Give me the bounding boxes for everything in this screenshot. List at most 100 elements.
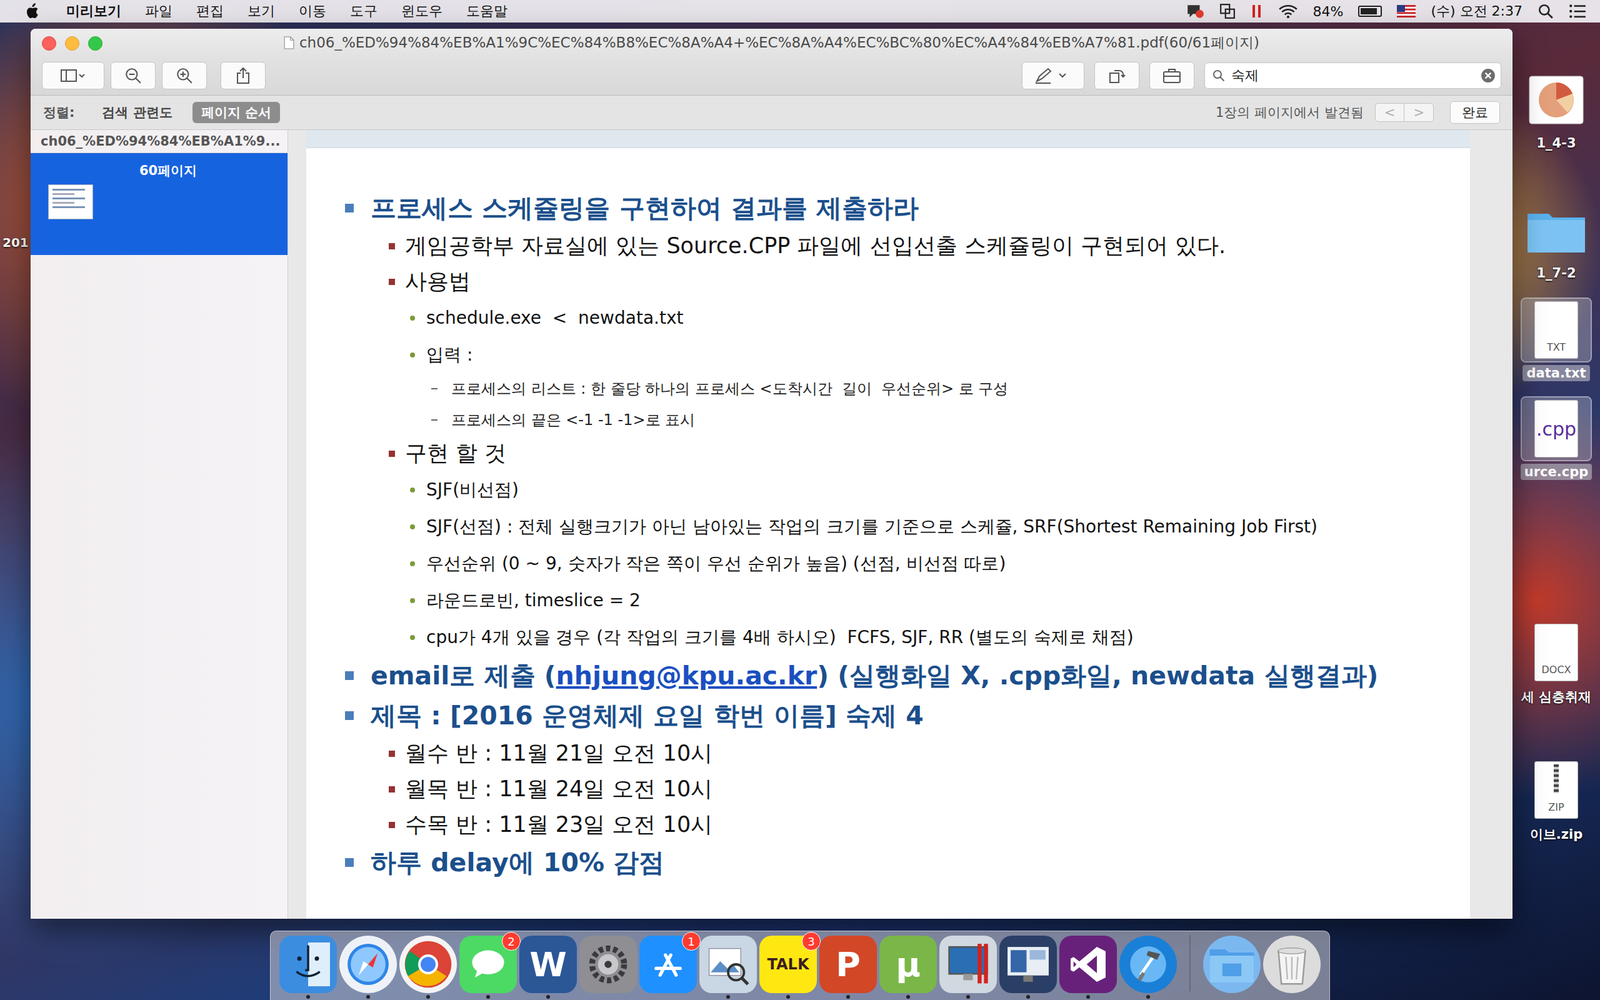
bullet-item: 라운드로빈, timeslice = 2 [306, 581, 1455, 619]
bullet-text: email로 제출 (nhjung@kpu.ac.kr) (실행화일 X, .c… [370, 658, 1379, 694]
zoom-out-button[interactable] [110, 61, 156, 90]
desktop-icon[interactable]: ZIP이브.zip [1515, 758, 1598, 844]
toolbox-icon [1162, 67, 1182, 84]
menu-item[interactable]: 도움말 [466, 1, 508, 21]
dock-item[interactable]: 1 [639, 935, 697, 999]
running-indicator [1086, 995, 1090, 999]
messenger-icon[interactable] [1185, 3, 1205, 20]
next-result-button[interactable]: > [1403, 103, 1434, 122]
menu-item[interactable]: 편집 [196, 1, 224, 21]
sort-label: 정렬: [43, 103, 75, 122]
dock-item[interactable] [699, 935, 757, 999]
markup-button[interactable] [1021, 61, 1085, 90]
bullet-item: cpu가 4개 있을 경우 (각 작업의 크기를 4배 하시오) FCFS, S… [306, 618, 1455, 656]
bullet-item: 입력 : [306, 336, 1455, 374]
menu-item[interactable]: 파일 [145, 1, 173, 21]
dock-item[interactable]: 2 [459, 935, 517, 999]
spotlight-icon[interactable] [1537, 3, 1554, 20]
sidebar-page[interactable]: 60페이지 [30, 153, 288, 255]
bullet-mark [388, 750, 395, 757]
zoom-in-button[interactable] [161, 61, 207, 90]
dock-item[interactable]: W [519, 935, 577, 999]
window-switch-icon[interactable] [1219, 3, 1236, 20]
zipper-icon [1553, 764, 1559, 794]
running-indicator [366, 995, 370, 999]
file-type-tag: .cpp [1536, 418, 1577, 440]
bullet-item: 하루 delay에 10% 감점 [306, 842, 1455, 883]
desktop-icon[interactable]: TXT data.txt [1515, 298, 1598, 382]
share-button[interactable] [220, 61, 266, 90]
menu-item[interactable]: 도구 [350, 1, 378, 21]
dock-item[interactable] [1203, 935, 1261, 999]
menu-item[interactable]: 윈도우 [401, 1, 443, 21]
dock-item[interactable] [939, 935, 997, 999]
file-icon: TXT [1534, 301, 1579, 359]
search-value[interactable]: 숙제 [1231, 66, 1475, 85]
menu-item[interactable]: 이동 [298, 1, 327, 21]
dock-item[interactable] [579, 935, 637, 999]
title-bar[interactable]: ch06_%ED%94%84%EB%A1%9C%EC%84%B8%EC%8A%A… [30, 28, 1513, 57]
desktop-icon-label: 1_4-3 [1532, 135, 1580, 152]
slide-header-strip [306, 130, 1470, 149]
desktop-icon[interactable]: 201 [2, 235, 29, 250]
bullet-text: cpu가 4개 있을 경우 (각 작업의 크기를 4배 하시오) FCFS, S… [426, 625, 1134, 650]
apple-icon[interactable] [25, 3, 39, 20]
menu-app-name[interactable]: 미리보기 [66, 1, 122, 21]
app-glyph: µ [895, 945, 921, 985]
page-thumbnail [48, 184, 94, 220]
search-field[interactable]: 숙제 [1204, 62, 1502, 89]
done-button[interactable]: 완료 [1450, 101, 1500, 124]
app-glyph: W [529, 945, 567, 985]
running-indicator [1026, 995, 1030, 999]
chart-thumbnail-icon [1528, 75, 1585, 125]
desktop-icon[interactable]: DOCX세 심층취재 [1515, 621, 1598, 707]
pause-icon[interactable] [1250, 3, 1264, 20]
bullet-text: 제목 : [2016 운영체제 요일 학번 이름] 숙제 4 [370, 698, 924, 734]
desktop-icon[interactable]: 1_4-3 [1515, 68, 1598, 152]
minimize-button[interactable] [65, 36, 80, 51]
notification-list-icon[interactable] [1568, 3, 1587, 19]
close-button[interactable] [41, 36, 57, 51]
wifi-icon[interactable] [1278, 3, 1299, 19]
dock-item[interactable] [399, 935, 457, 999]
menu-item[interactable]: 보기 [247, 1, 275, 21]
dock-item[interactable] [1059, 935, 1117, 999]
sort-option[interactable]: 페이지 순서 [192, 101, 280, 124]
dock-item[interactable] [339, 935, 397, 999]
zoom-button[interactable] [88, 36, 103, 51]
previous-result-button[interactable]: < [1375, 103, 1405, 122]
clear-search-icon[interactable] [1480, 68, 1496, 84]
dock-item[interactable] [279, 935, 337, 999]
desktop-icon[interactable]: .cppurce.cpp [1515, 397, 1598, 480]
appstore-icon: 1 [639, 935, 697, 994]
search-icon [1212, 69, 1225, 82]
preview-window: ch06_%ED%94%84%EB%A1%9C%EC%84%B8%EC%8A%A… [30, 28, 1513, 919]
us-flag-icon[interactable] [1396, 5, 1416, 18]
menu-bar: 미리보기 파일 편집 보기 이동 도구 윈도우 도움말 84% (수) 오전 2:37 [0, 0, 1600, 23]
search-result-count: 1장의 페이지에서 발견됨 [1215, 103, 1364, 122]
dock-item[interactable] [1119, 935, 1177, 999]
bullet-mark [410, 487, 415, 493]
battery-icon[interactable] [1358, 5, 1382, 17]
file-type-tag: DOCX [1541, 663, 1571, 676]
pen-icon [1034, 67, 1072, 84]
pdf-document-icon [283, 36, 295, 50]
sidebar-toggle-button[interactable] [41, 61, 105, 90]
dock-item[interactable]: TALK3 [759, 935, 817, 999]
clock[interactable]: (수) 오전 2:37 [1430, 1, 1523, 21]
desktop-icon-graphic: .cpp [1521, 397, 1591, 460]
dock-item[interactable] [999, 935, 1057, 999]
rotate-button[interactable] [1094, 61, 1140, 90]
dock-item[interactable]: P [819, 935, 877, 999]
sort-option[interactable]: 검색 관련도 [93, 101, 181, 124]
dock-item[interactable]: µ [879, 935, 937, 999]
toolbox-button[interactable] [1149, 61, 1195, 90]
bullet-mark [345, 203, 354, 213]
bullet-mark [410, 524, 415, 530]
desktop-icon[interactable]: 1_7-2 [1515, 198, 1598, 282]
file-icon: ZIP [1534, 761, 1579, 819]
desktop-icon-label: data.txt [1522, 365, 1590, 382]
battery-percent: 84% [1313, 3, 1344, 20]
email-link[interactable]: nhjung@kpu.ac.kr [556, 660, 818, 691]
dock-item[interactable] [1263, 935, 1321, 999]
